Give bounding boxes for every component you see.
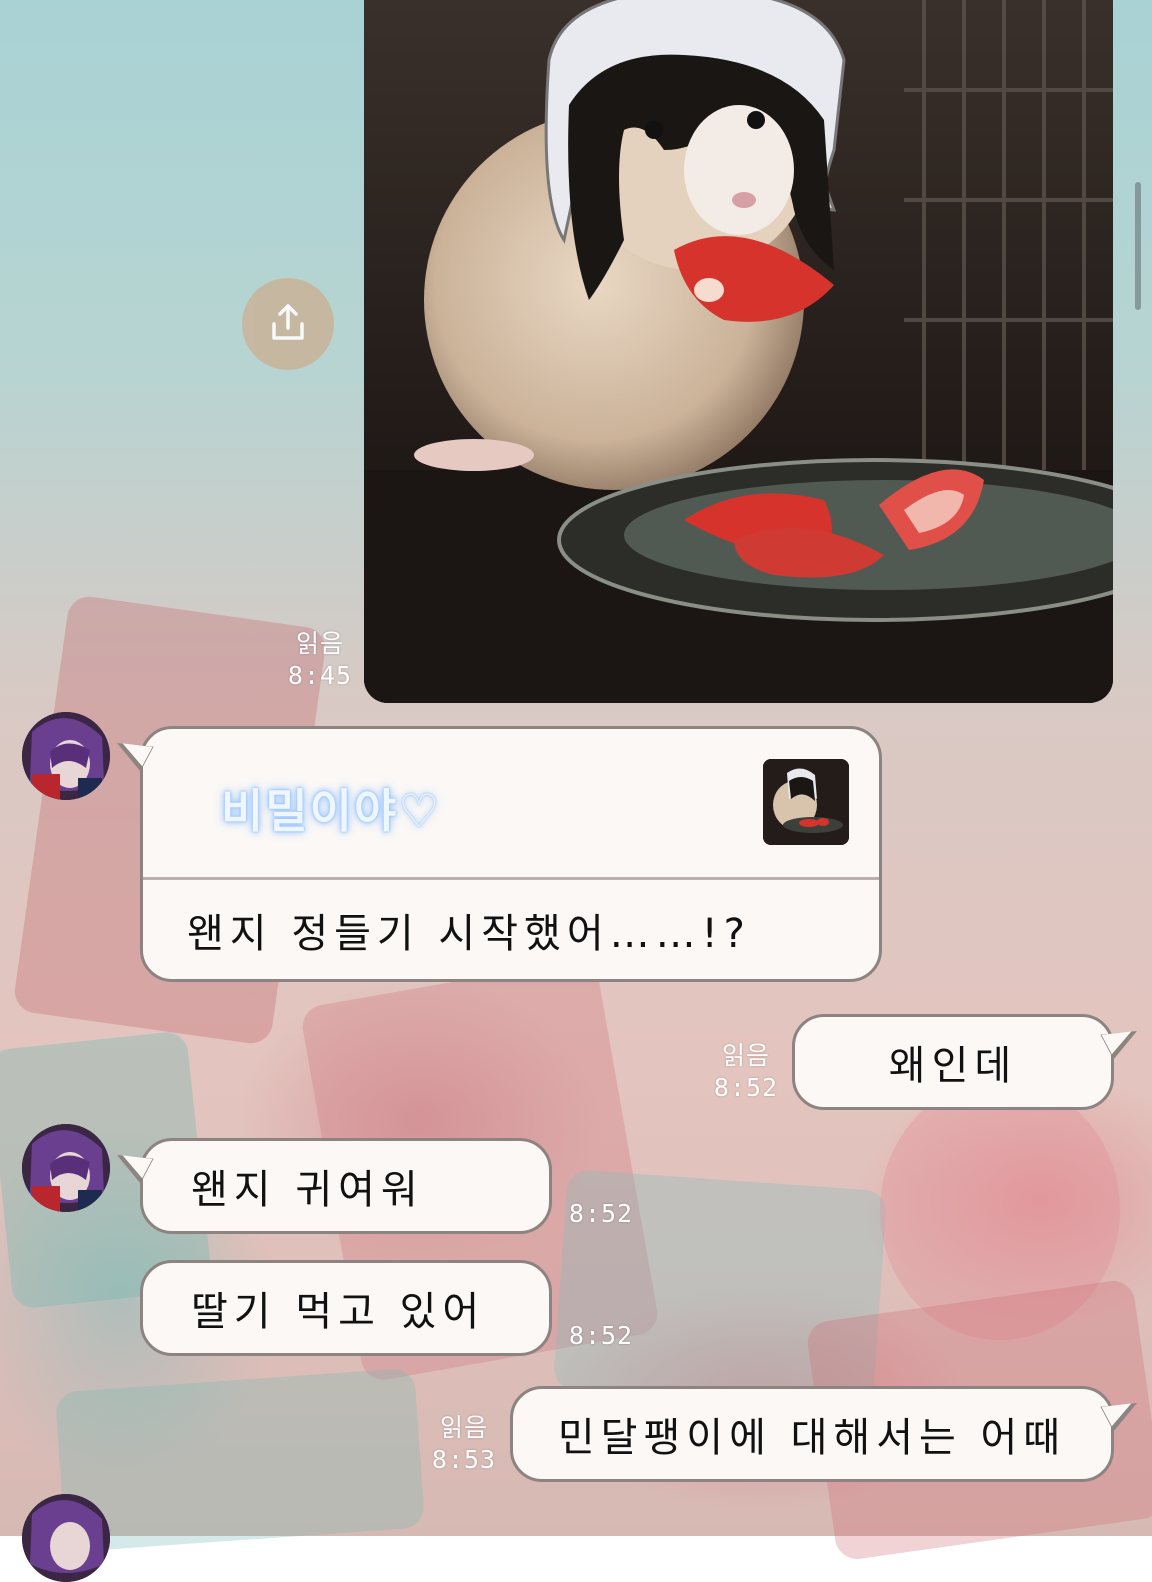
timestamp: 8:52: [568, 1199, 634, 1228]
timestamp: 8:52: [713, 1073, 779, 1102]
share-button[interactable]: [242, 278, 334, 370]
incoming-message-bubble[interactable]: 왠지 귀여워: [140, 1138, 552, 1234]
read-receipt: 읽음 8:45: [282, 628, 358, 692]
timestamp: 8:53: [431, 1445, 497, 1474]
avatar[interactable]: [22, 712, 110, 800]
message-text: 왜인데: [888, 1043, 1018, 1089]
reply-title: 비밀이야♡: [221, 784, 442, 838]
message-text: 딸기 먹고 있어: [191, 1289, 486, 1335]
read-receipt: 읽음 8:52: [708, 1040, 784, 1104]
timestamp: 8:45: [287, 661, 353, 690]
share-icon: [266, 300, 310, 348]
message-text: 민달팽이에 대해서는 어때: [557, 1415, 1067, 1461]
avatar[interactable]: [22, 1494, 110, 1582]
message-text: 왠지 귀여워: [191, 1167, 424, 1213]
image-message[interactable]: [364, 0, 1113, 703]
timestamp: 8:52: [568, 1321, 634, 1350]
incoming-message-bubble[interactable]: 딸기 먹고 있어: [140, 1260, 552, 1356]
message-text: 왠지 정들기 시작했어……!?: [187, 910, 751, 957]
avatar-image: [22, 1124, 110, 1212]
avatar-image: [22, 1494, 110, 1582]
avatar[interactable]: [22, 1124, 110, 1212]
read-receipt: 읽음 8:53: [426, 1412, 502, 1476]
reply-thumbnail: [763, 759, 849, 845]
hamster-photo: [364, 0, 1113, 703]
scrollbar[interactable]: [1135, 182, 1141, 310]
read-label: 읽음: [439, 1413, 488, 1442]
reply-preview[interactable]: 비밀이야♡: [143, 729, 879, 880]
read-label: 읽음: [295, 629, 344, 658]
reply-message-bubble[interactable]: 비밀이야♡ 왠지 정들기 시작했어……!?: [140, 726, 882, 982]
outgoing-message-bubble[interactable]: 민달팽이에 대해서는 어때: [510, 1386, 1114, 1482]
read-label: 읽음: [721, 1041, 770, 1070]
avatar-image: [22, 712, 110, 800]
outgoing-message-bubble[interactable]: 왜인데: [792, 1014, 1114, 1110]
wallpaper-popsicle: [54, 1367, 426, 1553]
